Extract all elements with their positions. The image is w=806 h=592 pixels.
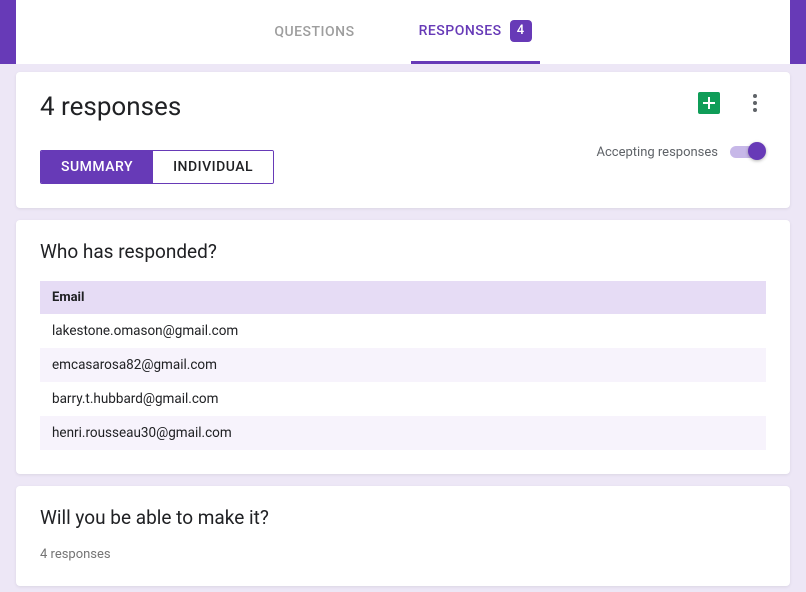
email-column-header: Email	[40, 281, 766, 314]
question-response-count: 4 responses	[40, 547, 766, 562]
tab-responses[interactable]: Responses 4	[411, 0, 540, 64]
tab-questions[interactable]: Questions	[266, 0, 362, 64]
table-row: lakestone.omason@gmail.com	[40, 314, 766, 348]
header-bar: Questions Responses 4	[16, 0, 790, 64]
responses-count-badge: 4	[510, 20, 532, 42]
table-row: emcasarosa82@gmail.com	[40, 348, 766, 382]
email-table: Email lakestone.omason@gmail.com emcasar…	[40, 281, 766, 450]
view-toggle: Summary Individual	[40, 150, 274, 184]
who-responded-card: Who has responded? Email lakestone.omaso…	[16, 220, 790, 474]
more-options-icon[interactable]	[744, 92, 766, 114]
accepting-responses-label: Accepting responses	[597, 145, 719, 160]
view-individual-button[interactable]: Individual	[153, 151, 273, 183]
table-row: henri.rousseau30@gmail.com	[40, 416, 766, 450]
page-title: 4 responses	[40, 92, 274, 122]
tab-responses-label: Responses	[419, 23, 502, 39]
question-title: Will you be able to make it?	[40, 506, 766, 529]
page-body: 4 responses Summary Individual	[0, 64, 806, 592]
top-tabs: Questions Responses 4	[266, 0, 539, 64]
view-summary-button[interactable]: Summary	[41, 151, 153, 183]
create-spreadsheet-icon[interactable]	[698, 92, 720, 114]
accepting-responses-toggle[interactable]	[730, 142, 766, 162]
table-row: barry.t.hubbard@gmail.com	[40, 382, 766, 416]
question-card: Will you be able to make it? 4 responses	[16, 486, 790, 586]
who-responded-title: Who has responded?	[40, 240, 766, 263]
responses-header-card: 4 responses Summary Individual	[16, 72, 790, 208]
